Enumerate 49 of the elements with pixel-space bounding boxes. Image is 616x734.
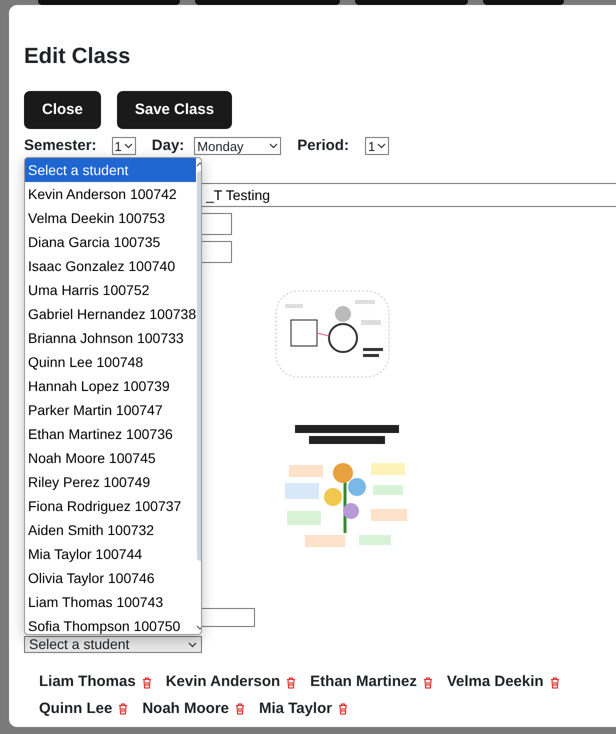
- trash-icon[interactable]: [338, 703, 348, 716]
- field-label: Day:: [152, 136, 184, 156]
- trash-icon[interactable]: [142, 676, 152, 689]
- student-select[interactable]: Select a student: [24, 636, 202, 654]
- trash-icon[interactable]: [422, 676, 433, 689]
- student-option[interactable]: Velma Deekin 100753: [25, 206, 196, 230]
- student-name: Noah Moore: [142, 698, 230, 719]
- student-option[interactable]: Aiden Smith 100732: [25, 518, 196, 542]
- student-name: Ethan Martinez: [310, 672, 417, 692]
- student-option[interactable]: Diana Garcia 100735: [25, 230, 196, 254]
- trash-icon[interactable]: [235, 703, 246, 716]
- student-option[interactable]: Noah Moore 100745: [25, 446, 196, 470]
- student-option[interactable]: Riley Perez 100749: [25, 470, 196, 494]
- student-name: Kevin Anderson: [166, 672, 280, 692]
- close-button[interactable]: Close: [24, 91, 101, 130]
- trash-icon[interactable]: [118, 703, 128, 716]
- trash-icon[interactable]: [286, 676, 296, 689]
- student-option[interactable]: Brianna Johnson 100733: [25, 326, 196, 350]
- student-option[interactable]: Isaac Gonzalez 100740: [25, 254, 196, 278]
- student-option[interactable]: Quinn Lee 100748: [25, 350, 196, 374]
- field-label: Semester:: [24, 136, 97, 156]
- student-option[interactable]: Ethan Martinez 100736: [25, 422, 196, 446]
- caret-icon: [377, 143, 386, 150]
- select-field[interactable]: Monday: [194, 137, 282, 156]
- class-name-field[interactable]: _T Testing: [200, 183, 616, 208]
- student-option[interactable]: Select a student: [25, 158, 196, 182]
- field-label: Period:: [297, 136, 349, 156]
- student-option[interactable]: Gabriel Hernandez 100738: [25, 302, 196, 326]
- student-option[interactable]: Liam Thomas 100743: [25, 590, 196, 614]
- caret-icon: [124, 143, 133, 150]
- student-option[interactable]: Mia Taylor 100744: [25, 542, 196, 566]
- student-option[interactable]: Parker Martin 100747: [25, 398, 196, 422]
- select-field[interactable]: 1: [364, 137, 390, 156]
- select-field[interactable]: 1: [112, 137, 136, 156]
- student-option[interactable]: Kevin Anderson 100742: [25, 182, 196, 206]
- caret-icon: [269, 143, 278, 150]
- student-option[interactable]: Hannah Lopez 100739: [25, 374, 196, 398]
- modal-title: Edit Class: [24, 43, 132, 70]
- student-option[interactable]: Sofia Thompson 100750: [25, 614, 196, 634]
- student-option[interactable]: Olivia Taylor 100746: [25, 566, 196, 590]
- student-option[interactable]: Fiona Rodriguez 100737: [25, 494, 196, 518]
- student-option[interactable]: Uma Harris 100752: [25, 278, 196, 302]
- caret-icon: [188, 642, 197, 648]
- trash-icon[interactable]: [550, 676, 560, 689]
- student-name: Quinn Lee: [39, 698, 112, 719]
- student-name: Velma Deekin: [446, 672, 544, 692]
- student-name: Mia Taylor: [259, 698, 332, 719]
- student-name: Liam Thomas: [39, 672, 136, 692]
- save-button[interactable]: Save Class: [116, 91, 232, 130]
